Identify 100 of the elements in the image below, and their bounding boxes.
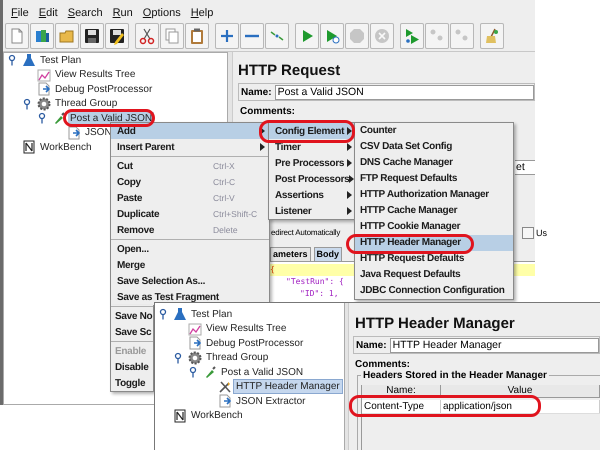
menu-item[interactable]: Open...	[111, 241, 269, 257]
checkbox[interactable]	[522, 227, 534, 239]
tree-item[interactable]: Post a Valid JSON	[219, 366, 306, 379]
menu-label: Listener	[275, 204, 312, 218]
menu-label: Merge	[117, 258, 145, 272]
menu-item[interactable]: Timer	[269, 139, 355, 155]
menu-item[interactable]: Insert Parent	[111, 139, 269, 155]
tree-item[interactable]: JSON Extractor	[234, 394, 308, 408]
menu-item[interactable]: Save Sc	[111, 324, 153, 340]
save-as-button[interactable]	[105, 23, 129, 49]
tree-item[interactable]: Test Plan	[38, 54, 84, 67]
tree-item[interactable]: View Results Tree	[204, 322, 288, 336]
menu-label: Config Element	[275, 124, 344, 138]
name-field[interactable]: HTTP Header Manager	[390, 338, 599, 352]
column-header[interactable]: Value	[441, 385, 600, 397]
page-arrow-icon	[188, 336, 202, 350]
tools-icon	[218, 380, 232, 394]
start-button[interactable]	[295, 23, 319, 49]
save-button[interactable]	[80, 23, 104, 49]
menu-item[interactable]: File	[7, 4, 33, 21]
clear-button[interactable]	[480, 23, 504, 49]
start-no-pauses-button[interactable]	[320, 23, 344, 49]
menu-item[interactable]: Help	[186, 4, 218, 21]
tree-item[interactable]: WorkBench	[38, 140, 94, 154]
menu-item[interactable]: HTTP Authorization Manager	[355, 187, 513, 203]
menu-item[interactable]: Assertions	[269, 187, 355, 203]
menu-item[interactable]: Paste Ctrl-V	[111, 190, 269, 206]
menu-item[interactable]: JDBC Connection Configuration	[355, 283, 513, 299]
tab[interactable]: Body	[314, 247, 342, 261]
dots-icon	[430, 29, 444, 43]
menu-item[interactable]: CSV Data Set Config	[355, 139, 513, 155]
menu-item[interactable]: Listener	[269, 203, 355, 219]
menu-label: Duplicate	[117, 208, 160, 222]
collapse-button[interactable]	[240, 23, 264, 49]
tree-item[interactable]: Thread Group	[53, 97, 120, 110]
menu-item[interactable]: Duplicate Ctrl+Shift-C	[111, 206, 269, 222]
menu-item[interactable]: Run	[108, 4, 137, 21]
tree-item[interactable]: HTTP Header Manager	[234, 380, 342, 394]
shortcut-label: Ctrl-V	[213, 192, 236, 204]
text-field[interactable]: et	[515, 160, 535, 175]
gear-icon	[188, 350, 202, 365]
templates-button[interactable]	[30, 23, 54, 49]
menu-item[interactable]: Config Element	[269, 123, 355, 139]
menu-label: Save Sc	[115, 326, 152, 340]
pipette-icon	[52, 111, 66, 126]
tab[interactable]: ameters	[270, 247, 311, 261]
menu-item[interactable]: Disable	[111, 359, 153, 375]
flask-icon	[173, 307, 187, 322]
menu-item[interactable]: Cut Ctrl-X	[111, 158, 269, 174]
name-field[interactable]: Post a Valid JSON	[274, 84, 534, 100]
copy-button[interactable]	[160, 23, 184, 49]
menu-item[interactable]: HTTP Request Defaults	[355, 251, 513, 267]
menu-item[interactable]: Options	[138, 4, 185, 21]
menu-item[interactable]: Pre Processors	[269, 155, 355, 171]
panel-title: HTTP Request	[238, 61, 342, 80]
menu-item[interactable]: Save as Test Fragment	[111, 289, 269, 305]
page-arrow-icon	[37, 82, 51, 96]
cut-button[interactable]	[135, 23, 159, 49]
menu-item[interactable]: Save Selection As...	[111, 273, 269, 289]
tree-item[interactable]: Debug PostProcessor	[204, 336, 306, 350]
flask-icon	[22, 53, 36, 68]
open-button[interactable]	[55, 23, 79, 49]
menu-item[interactable]: HTTP Cache Manager	[355, 203, 513, 219]
menu-label: Save as Test Fragment	[117, 290, 219, 304]
shortcut-label: Ctrl-X	[213, 160, 236, 172]
option-label: Us	[536, 227, 547, 239]
menu-item[interactable]: Remove Delete	[111, 222, 269, 238]
menu-item[interactable]: Java Request Defaults	[355, 267, 513, 283]
expand-button[interactable]	[215, 23, 239, 49]
menu-item[interactable]: Toggle	[111, 375, 153, 391]
toggle-button[interactable]	[265, 23, 289, 49]
new-button[interactable]	[5, 23, 29, 49]
shortcut-label: Delete	[213, 224, 239, 236]
menu-label: Save No	[115, 310, 152, 324]
menu-item[interactable]: Copy Ctrl-C	[111, 174, 269, 190]
menu-item[interactable]: Search	[64, 4, 107, 21]
menu-label: Save Selection As...	[117, 274, 206, 288]
menu-item[interactable]: Counter	[355, 123, 513, 139]
tree-item[interactable]: Test Plan	[189, 308, 234, 321]
field-label: Name:	[356, 338, 387, 352]
floppy-icon	[83, 27, 101, 45]
tree-item[interactable]: Debug PostProcessor	[53, 82, 154, 96]
menu-label: Paste	[117, 192, 142, 206]
menu-item[interactable]: Edit	[34, 4, 62, 21]
menu-item[interactable]: Save No	[111, 308, 153, 324]
menu-item[interactable]: HTTP Cookie Manager	[355, 219, 513, 235]
x-circle-icon	[373, 27, 391, 45]
menu-item[interactable]: FTP Request Defaults	[355, 171, 513, 187]
clipboard-icon	[188, 27, 206, 45]
menu-item[interactable]: DNS Cache Manager	[355, 155, 513, 171]
tree-item[interactable]: WorkBench	[189, 409, 245, 422]
menu-item[interactable]: Post Processors	[269, 171, 355, 187]
remote-start-button[interactable]	[400, 23, 424, 49]
menu-item[interactable]: Merge	[111, 257, 269, 273]
tree-item[interactable]: View Results Tree	[53, 68, 138, 82]
paste-button[interactable]	[185, 23, 209, 49]
code-line: "TestRun": {	[286, 276, 344, 288]
tree-item[interactable]: Thread Group	[204, 351, 270, 364]
menu-label: Enable	[115, 344, 146, 358]
chart-icon	[37, 68, 51, 82]
